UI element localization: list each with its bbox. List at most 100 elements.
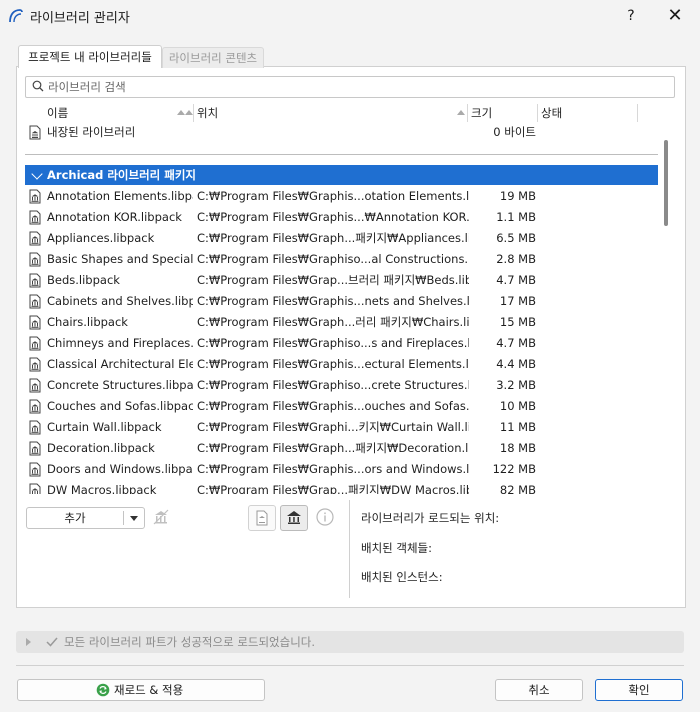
table-row[interactable]: Annotation KOR.libpack C:₩Program Files₩G… bbox=[25, 207, 658, 228]
search-icon bbox=[32, 80, 44, 92]
table-row[interactable]: Decoration.libpack C:₩Program Files₩Graph… bbox=[25, 438, 658, 459]
row-location: C:₩Program Files₩Graphis...₩Annotation K… bbox=[197, 210, 469, 224]
reload-apply-button[interactable]: 재로드 & 적용 bbox=[17, 679, 265, 701]
column-header-name[interactable]: 이름 bbox=[47, 104, 68, 122]
embedded-library-icon bbox=[29, 125, 41, 140]
row-location: C:₩Program Files₩Graphis...ouches and So… bbox=[197, 399, 469, 413]
table-row[interactable]: Appliances.libpack C:₩Program Files₩Graph… bbox=[25, 228, 658, 249]
embedded-library-name: 내장된 라이브러리 bbox=[47, 125, 136, 139]
package-group-row[interactable]: Archicad 라이브러리 패키지 bbox=[25, 165, 658, 185]
help-button[interactable]: ? bbox=[616, 4, 646, 28]
row-size: 3.2 MB bbox=[496, 378, 536, 392]
checkmark-icon bbox=[46, 637, 58, 647]
status-message: 모든 라이브러리 파트가 성공적으로 로드되었습니다. bbox=[64, 635, 316, 649]
window-title: 라이브러리 관리자 bbox=[30, 11, 130, 26]
embedded-library-size: 0 바이트 bbox=[493, 125, 536, 139]
row-size: 2.8 MB bbox=[496, 252, 536, 266]
library-package-icon bbox=[29, 420, 41, 435]
row-size: 10 MB bbox=[499, 399, 536, 413]
sort-arrow-icon bbox=[177, 110, 185, 115]
library-remove-icon bbox=[153, 509, 169, 525]
sort-arrow-icon bbox=[185, 110, 193, 115]
column-divider[interactable] bbox=[537, 104, 538, 122]
table-row[interactable]: Beds.libpack C:₩Program Files₩Grap...브러리 … bbox=[25, 270, 658, 291]
table-row[interactable]: DW Macros.libpack C:₩Program Files₩Grap..… bbox=[25, 480, 658, 494]
package-library-button[interactable] bbox=[280, 505, 308, 531]
status-bar: 모든 라이브러리 파트가 성공적으로 로드되었습니다. bbox=[16, 631, 684, 653]
row-size: 4.4 MB bbox=[496, 357, 536, 371]
embedded-library-row[interactable]: 내장된 라이브러리 0 바이트 bbox=[25, 122, 658, 143]
column-divider[interactable] bbox=[193, 104, 194, 122]
library-package-icon bbox=[29, 315, 41, 330]
table-row[interactable]: Basic Shapes and Special C... C:₩Program … bbox=[25, 249, 658, 270]
row-location: C:₩Program Files₩Graph...패키지₩Decoration.… bbox=[197, 441, 469, 455]
list-scrollbar[interactable] bbox=[664, 140, 668, 226]
row-name: Curtain Wall.libpack bbox=[47, 420, 162, 434]
embedded-library-button[interactable] bbox=[248, 505, 276, 531]
library-package-icon bbox=[29, 441, 41, 456]
row-size: 122 MB bbox=[492, 462, 536, 476]
library-package-icon bbox=[29, 399, 41, 414]
row-name: Beds.libpack bbox=[47, 273, 120, 287]
table-row[interactable]: Cabinets and Shelves.libpa... C:₩Program … bbox=[25, 291, 658, 312]
table-row[interactable]: Classical Architectural Elem... C:₩Progra… bbox=[25, 354, 658, 375]
column-header-size[interactable]: 크기 bbox=[471, 104, 492, 122]
row-name: Couches and Sofas.libpack bbox=[47, 399, 193, 413]
chevron-right-icon[interactable] bbox=[26, 638, 31, 646]
chevron-down-icon[interactable] bbox=[31, 168, 43, 180]
library-package-icon bbox=[29, 189, 41, 204]
table-row[interactable]: Doors and Windows.libpack C:₩Program File… bbox=[25, 459, 658, 480]
table-row[interactable]: Concrete Structures.libpack C:₩Program Fi… bbox=[25, 375, 658, 396]
row-size: 11 MB bbox=[499, 420, 536, 434]
archicad-logo-icon bbox=[9, 9, 23, 23]
row-location: C:₩Program Files₩Graphiso...s and Firepl… bbox=[197, 336, 469, 350]
remove-library-button[interactable] bbox=[150, 506, 172, 528]
row-name: Concrete Structures.libpack bbox=[47, 378, 193, 392]
library-package-icon bbox=[29, 357, 41, 372]
tab-project-libraries[interactable]: 프로젝트 내 라이브러리들 bbox=[18, 45, 162, 68]
search-box[interactable] bbox=[25, 76, 675, 98]
chevron-down-icon[interactable] bbox=[130, 516, 138, 521]
row-location: C:₩Program Files₩Graphiso...al Construct… bbox=[197, 252, 469, 266]
row-size: 18 MB bbox=[499, 441, 536, 455]
row-location: C:₩Program Files₩Graphiso...crete Struct… bbox=[197, 378, 469, 392]
row-name: Doors and Windows.libpack bbox=[47, 462, 193, 476]
column-divider[interactable] bbox=[467, 104, 468, 122]
row-size: 6.5 MB bbox=[496, 231, 536, 245]
row-location: C:₩Program Files₩Grap...브러리 패키지₩Beds.lib… bbox=[197, 273, 469, 287]
search-input[interactable] bbox=[48, 78, 648, 95]
reload-icon bbox=[96, 683, 110, 697]
column-header-location[interactable]: 위치 bbox=[197, 104, 218, 122]
row-name: Chimneys and Fireplaces.lib... bbox=[47, 336, 193, 350]
row-name: Decoration.libpack bbox=[47, 441, 155, 455]
row-size: 82 MB bbox=[499, 483, 536, 494]
ok-button[interactable]: 확인 bbox=[595, 679, 683, 701]
table-row[interactable]: Curtain Wall.libpack C:₩Program Files₩Gra… bbox=[25, 417, 658, 438]
row-size: 17 MB bbox=[499, 294, 536, 308]
row-size: 15 MB bbox=[499, 315, 536, 329]
close-button[interactable]: ✕ bbox=[660, 4, 690, 28]
reload-apply-label: 재로드 & 적용 bbox=[114, 683, 184, 697]
add-button[interactable]: 추가 bbox=[26, 507, 145, 529]
info-button[interactable] bbox=[312, 505, 338, 529]
add-button-label: 추가 bbox=[64, 511, 86, 525]
library-package-icon bbox=[29, 273, 41, 288]
cancel-button[interactable]: 취소 bbox=[495, 679, 583, 701]
row-name: Cabinets and Shelves.libpa... bbox=[47, 294, 193, 308]
tab-library-contents[interactable]: 라이브러리 콘텐츠 bbox=[162, 47, 264, 68]
library-package-icon bbox=[29, 210, 41, 225]
row-name: Basic Shapes and Special C... bbox=[47, 252, 193, 266]
row-location: C:₩Program Files₩Graphis...ectural Eleme… bbox=[197, 357, 469, 371]
placed-instances-label: 배치된 인스턴스: bbox=[361, 570, 443, 584]
add-button-divider bbox=[123, 511, 124, 525]
table-row[interactable]: Couches and Sofas.libpack C:₩Program File… bbox=[25, 396, 658, 417]
column-divider[interactable] bbox=[637, 104, 638, 122]
column-header-status[interactable]: 상태 bbox=[541, 104, 562, 122]
table-row[interactable]: Chairs.libpack C:₩Program Files₩Graph...러… bbox=[25, 312, 658, 333]
row-name: Chairs.libpack bbox=[47, 315, 128, 329]
table-row[interactable]: Chimneys and Fireplaces.lib... C:₩Program… bbox=[25, 333, 658, 354]
library-package-icon bbox=[29, 336, 41, 351]
library-package-icon bbox=[29, 462, 41, 477]
row-size: 19 MB bbox=[499, 189, 536, 203]
table-row[interactable]: Annotation Elements.libpack C:₩Program Fi… bbox=[25, 186, 658, 207]
